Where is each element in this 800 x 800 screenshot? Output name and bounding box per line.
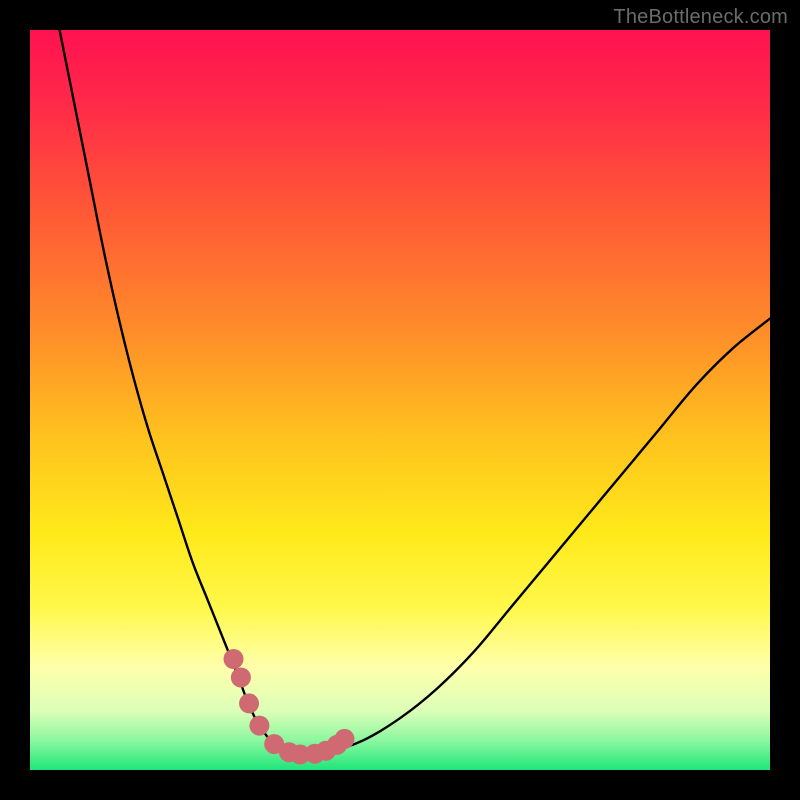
marker-dot: [239, 693, 259, 713]
plot-area: [30, 30, 770, 770]
chart-svg: [30, 30, 770, 770]
bottleneck-curve: [60, 30, 770, 755]
marker-dot: [335, 729, 355, 749]
chart-frame: TheBottleneck.com: [0, 0, 800, 800]
bottleneck-markers: [224, 649, 355, 764]
marker-dot: [249, 716, 269, 736]
watermark-text: TheBottleneck.com: [613, 6, 788, 29]
marker-dot: [224, 649, 244, 669]
marker-dot: [231, 668, 251, 688]
